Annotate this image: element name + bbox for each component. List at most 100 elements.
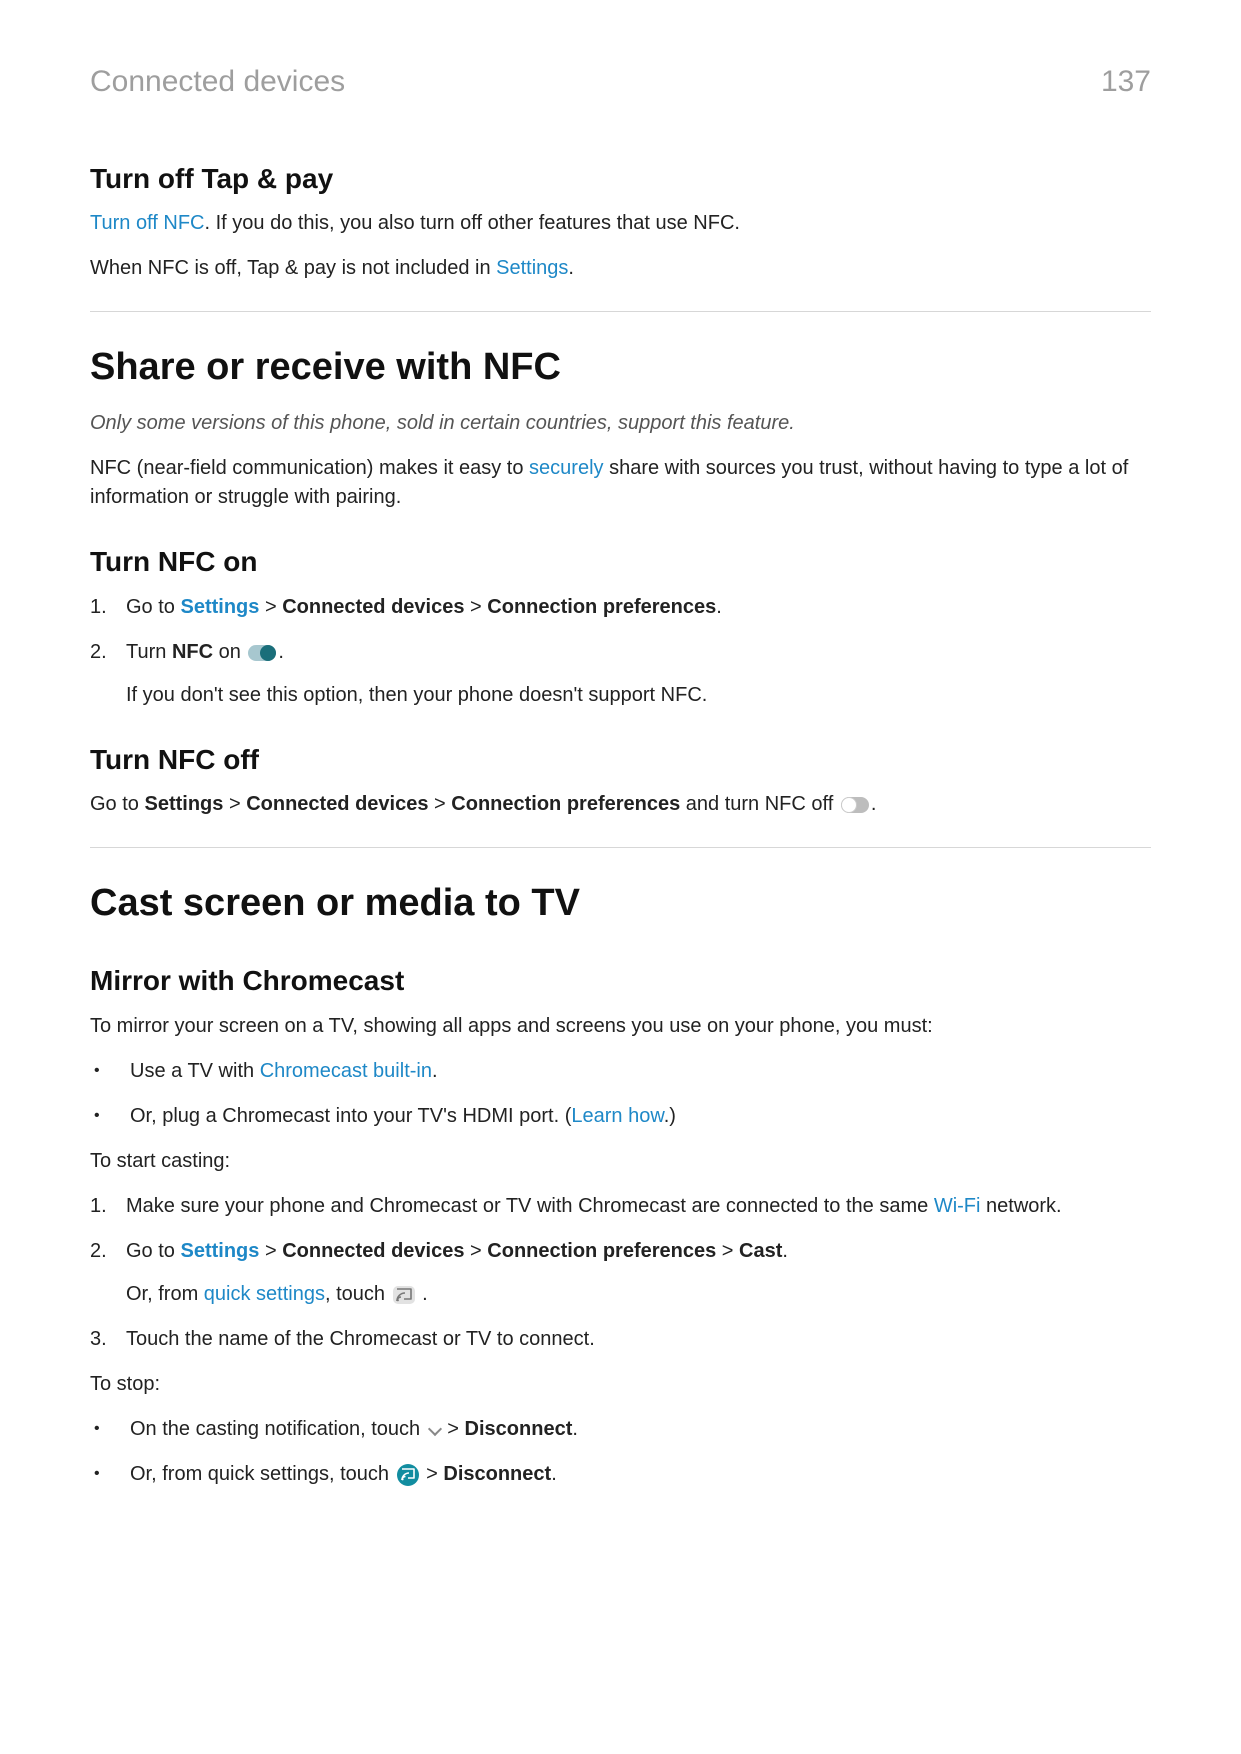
dot1: . (716, 596, 722, 618)
bullet-marker: • (90, 1057, 130, 1085)
cast-requirements: • Use a TV with Chromecast built-in. • O… (90, 1057, 1151, 1131)
cast-step-3: 3. Touch the name of the Chromecast or T… (90, 1325, 1151, 1354)
connected-devices-2: Connected devices (246, 793, 428, 815)
settings-bold: Settings (144, 793, 223, 815)
gt6: > (464, 1240, 487, 1262)
s3: Touch the name of the Chromecast or TV t… (126, 1325, 1151, 1354)
dot4: . (782, 1240, 788, 1262)
bul2-a: Or, plug a Chromecast into your TV's HDM… (130, 1105, 571, 1127)
turn-off-b: and turn NFC off (680, 793, 839, 815)
learn-how-link[interactable]: Learn how (571, 1105, 663, 1127)
dot2: . (278, 641, 284, 663)
quick-settings-link[interactable]: quick settings (204, 1283, 325, 1305)
bullet-marker: • (90, 1102, 130, 1130)
turn-off-nfc-link[interactable]: Turn off NFC (90, 212, 204, 234)
step1-a: Go to (126, 596, 180, 618)
step-marker: 1. (90, 1192, 126, 1221)
gt3: > (223, 793, 246, 815)
cast-bullet-2: • Or, plug a Chromecast into your TV's H… (90, 1102, 1151, 1131)
share-nfc-intro: NFC (near-field communication) makes it … (90, 454, 1151, 512)
chromecast-builtin-link[interactable]: Chromecast built-in (260, 1060, 432, 1082)
connected-devices-3: Connected devices (282, 1240, 464, 1262)
securely-link[interactable]: securely (529, 457, 603, 479)
header-title: Connected devices (90, 60, 345, 104)
turn-nfc-on-heading: Turn NFC on (90, 542, 1151, 583)
bul1-a: Use a TV with (130, 1060, 260, 1082)
page-number: 137 (1101, 60, 1151, 104)
mirror-heading: Mirror with Chromecast (90, 961, 1151, 1002)
s2-sub-a: Or, from (126, 1283, 204, 1305)
disconnect-2: Disconnect (443, 1463, 551, 1485)
settings-link-3[interactable]: Settings (180, 1240, 259, 1262)
stop1-a: On the casting notification, touch (130, 1418, 426, 1440)
share-nfc-intro-a: NFC (near-field communication) makes it … (90, 457, 529, 479)
turn-nfc-on-steps: 1. Go to Settings > Connected devices > … (90, 593, 1151, 710)
dot6: . (572, 1418, 578, 1440)
wifi-link[interactable]: Wi-Fi (934, 1195, 981, 1217)
cast-icon-active (397, 1464, 419, 1486)
settings-link-2[interactable]: Settings (180, 596, 259, 618)
toggle-off-icon (841, 797, 869, 813)
page: Connected devices 137 Turn off Tap & pay… (0, 0, 1241, 1754)
dot3: . (871, 793, 877, 815)
toggle-on-icon (248, 645, 276, 661)
s2-a: Go to (126, 1240, 180, 1262)
to-start: To start casting: (90, 1147, 1151, 1176)
settings-link-1[interactable]: Settings (496, 257, 568, 279)
step-marker: 1. (90, 593, 126, 622)
cast-step-2: 2. Go to Settings > Connected devices > … (90, 1237, 1151, 1309)
share-nfc-title: Share or receive with NFC (90, 340, 1151, 395)
separator-2 (90, 847, 1151, 848)
chevron-down-icon (428, 1424, 440, 1436)
to-stop: To stop: (90, 1370, 1151, 1399)
gt2: > (464, 596, 487, 618)
disconnect-1: Disconnect (465, 1418, 573, 1440)
s1-b: network. (980, 1195, 1061, 1217)
gt4: > (428, 793, 451, 815)
turn-off-a: Go to (90, 793, 144, 815)
gt1: > (259, 596, 282, 618)
cast-title: Cast screen or media to TV (90, 876, 1151, 931)
turn-nfc-off-heading: Turn NFC off (90, 740, 1151, 781)
stop2-b: > (426, 1463, 443, 1485)
stop-bullet-1: • On the casting notification, touch > D… (90, 1415, 1151, 1444)
step-marker: 2. (90, 638, 126, 667)
gt7: > (716, 1240, 739, 1262)
separator-1 (90, 311, 1151, 312)
share-nfc-note: Only some versions of this phone, sold i… (90, 409, 1151, 438)
turn-on-step-1: 1. Go to Settings > Connected devices > … (90, 593, 1151, 622)
tap-pay-p2-b: . (568, 257, 574, 279)
dot5: . (422, 1283, 428, 1305)
step2-sub: If you don't see this option, then your … (126, 681, 1151, 710)
cast-icon (393, 1286, 415, 1304)
cast-intro: To mirror your screen on a TV, showing a… (90, 1012, 1151, 1041)
stop2-a: Or, from quick settings, touch (130, 1463, 395, 1485)
tap-pay-p1: Turn off NFC. If you do this, you also t… (90, 209, 1151, 238)
cast-start-steps: 1. Make sure your phone and Chromecast o… (90, 1192, 1151, 1354)
tap-pay-p2: When NFC is off, Tap & pay is not includ… (90, 254, 1151, 283)
step-marker: 2. (90, 1237, 126, 1266)
step2-b: on (213, 641, 246, 663)
gt5: > (259, 1240, 282, 1262)
connected-devices-1: Connected devices (282, 596, 464, 618)
tap-pay-heading: Turn off Tap & pay (90, 159, 1151, 200)
cast-stop-list: • On the casting notification, touch > D… (90, 1415, 1151, 1489)
s2-sub-b: , touch (325, 1283, 391, 1305)
page-header: Connected devices 137 (90, 60, 1151, 104)
bul1-b: . (432, 1060, 438, 1082)
turn-on-step-2: 2. Turn NFC on . If you don't see this o… (90, 638, 1151, 710)
s1-a: Make sure your phone and Chromecast or T… (126, 1195, 934, 1217)
cast-step-1: 1. Make sure your phone and Chromecast o… (90, 1192, 1151, 1221)
connection-prefs-2: Connection preferences (451, 793, 680, 815)
bullet-marker: • (90, 1415, 130, 1443)
turn-nfc-off-body: Go to Settings > Connected devices > Con… (90, 790, 1151, 819)
tap-pay-p2-a: When NFC is off, Tap & pay is not includ… (90, 257, 496, 279)
bul2-b: .) (664, 1105, 676, 1127)
bullet-marker: • (90, 1460, 130, 1488)
connection-prefs-3: Connection preferences (487, 1240, 716, 1262)
cast-label: Cast (739, 1240, 782, 1262)
step-marker: 3. (90, 1325, 126, 1354)
connection-prefs-1: Connection preferences (487, 596, 716, 618)
stop-bullet-2: • Or, from quick settings, touch > Disco… (90, 1460, 1151, 1489)
tap-pay-p1-rest: . If you do this, you also turn off othe… (204, 212, 739, 234)
